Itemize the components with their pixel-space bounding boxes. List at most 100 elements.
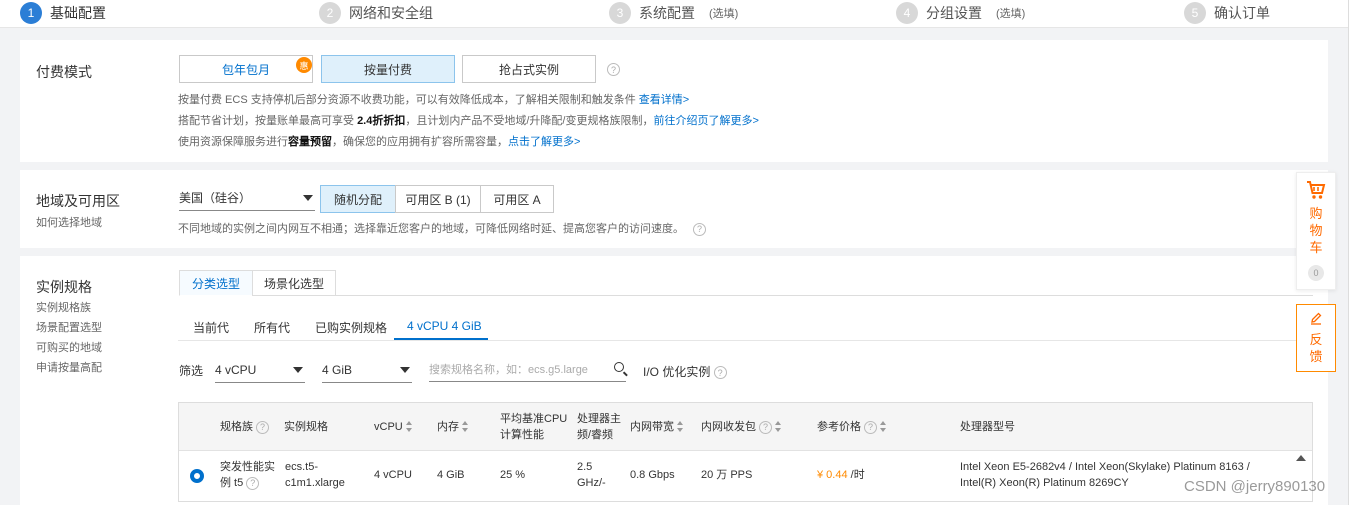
subtab-current-gen[interactable]: 当前代 [193,319,229,336]
available-regions-link[interactable]: 可购买的地域 [36,338,102,358]
step-label: 网络和安全组 [349,5,433,21]
cart-icon [1307,181,1326,199]
col-cpu-model: 处理器型号 [960,421,1015,433]
billing-desc-1: 按量付费 ECS 支持停机后部分资源不收费功能，可以有效降低成本，了解相关限制和… [178,91,689,107]
spec-search-input[interactable]: 搜索规格名称，如：ecs.g5.large [429,356,626,382]
scenario-config-link[interactable]: 场景配置选型 [36,318,102,338]
cart-count-badge: 0 [1308,265,1324,281]
how-to-choose-region-link[interactable]: 如何选择地域 [36,213,102,233]
col-memory[interactable]: 内存 [437,419,469,435]
col-pps[interactable]: 内网收发包 ? [701,419,782,435]
step-label: 分组设置 [926,5,982,21]
tab-category-selection[interactable]: 分类选型 [179,270,253,296]
subtab-all-gen[interactable]: 所有代 [254,319,290,336]
col-frequency-label-2: 频/睿频 [577,429,614,441]
help-icon[interactable]: ? [759,420,773,434]
cell-price: ¥ 0.44 /时 [817,467,865,483]
search-placeholder: 搜索规格名称，如：ecs.g5.large [429,363,588,376]
tab-scenario-selection[interactable]: 场景化选型 [252,270,336,296]
zone-b-button[interactable]: 可用区 B (1) [395,185,481,213]
help-icon[interactable]: ? [864,420,878,434]
billing-subscription-button[interactable]: 包年包月 [179,55,313,83]
help-icon[interactable]: ? [256,420,270,434]
edit-icon [1311,312,1322,325]
billing-desc-3-text: 使用资源保障服务进行 [178,136,288,148]
learn-more-intro-link[interactable]: 前往介绍页了解更多> [653,115,758,127]
shopping-cart-float[interactable]: 购 物 车 0 [1296,172,1336,290]
view-details-link[interactable]: 查看详情> [639,94,689,106]
billing-desc-3-text-b: ，确保您的应用拥有扩容所需容量， [332,136,508,148]
step-confirm-order[interactable]: 5 确认订单 [1184,2,1270,24]
col-memory-label: 内存 [437,421,459,433]
io-optimized-label: I/O 优化实例 ? [643,364,727,380]
subtab-divider [178,340,1313,341]
chevron-down-icon [400,367,410,373]
col-price[interactable]: 参考价格 ? [817,419,887,435]
cell-family-line-1: 突发性能实 [220,461,275,473]
region-select[interactable]: 美国（硅谷） [179,185,315,211]
memory-select[interactable]: 4 GiB [322,357,412,383]
billing-pay-as-you-go-button[interactable]: 按量付费 [321,55,455,83]
billing-spot-instance-button[interactable]: 抢占式实例 [462,55,596,83]
billing-desc-2-text-b: ，且计划内产品不受地域/升降配/变更规格族限制， [405,115,654,127]
instance-side-links: 实例规格族 场景配置选型 可购买的地域 申请按量高配 [36,298,102,378]
feedback-float[interactable]: 反 馈 [1296,304,1336,372]
region-title: 地域及可用区 [36,193,120,209]
row-select-radio[interactable] [190,469,204,483]
cell-bandwidth: 0.8 Gbps [630,469,675,481]
step-label: 系统配置 [639,5,695,21]
billing-title: 付费模式 [36,64,92,80]
step-basic-config[interactable]: 1 基础配置 [20,2,106,24]
wizard-steps: 1 基础配置 2 网络和安全组 3 系统配置 (选填) 4 分组设置 (选填) … [0,0,1352,28]
billing-desc-1-text: 按量付费 ECS 支持停机后部分资源不收费功能，可以有效降低成本，了解相关限制和… [178,94,639,106]
chevron-down-icon [293,367,303,373]
table-header: 规格族 ? 实例规格 vCPU 内存 平均基准CPU 计算性能 处理器主 频/睿… [179,403,1312,451]
step-group-settings[interactable]: 4 分组设置 (选填) [896,2,1025,24]
feedback-label-1: 反 [1309,332,1323,347]
help-icon[interactable]: ? [607,63,620,76]
subtab-purchased-specs[interactable]: 已购实例规格 [315,319,387,336]
vcpu-select[interactable]: 4 vCPU [215,357,305,383]
region-desc-text: 不同地域的实例之间内网互不相通；选择靠近您客户的地域，可降低网络时延、提高您客户… [178,223,684,235]
cell-vcpu: 4 vCPU [374,469,412,481]
step-network-security[interactable]: 2 网络和安全组 [319,2,433,24]
billing-desc-2-text: 搭配节省计划，按量账单最高可享受 [178,115,358,127]
sort-icon[interactable] [880,421,887,433]
apply-high-config-link[interactable]: 申请按量高配 [36,358,102,378]
instance-family-link[interactable]: 实例规格族 [36,298,102,318]
col-bandwidth[interactable]: 内网带宽 [630,419,684,435]
cell-spec-line-2: c1m1.xlarge [285,477,345,489]
zone-random-button[interactable]: 随机分配 [320,185,396,213]
help-icon[interactable]: ? [693,222,707,236]
sort-icon[interactable] [677,421,684,433]
sort-icon[interactable] [405,421,413,433]
subtab-4vcpu-4gib[interactable]: 4 vCPU 4 GiB [407,319,482,333]
cell-cpu-perf: 25 % [500,469,526,481]
cell-frequency: 2.5 GHz/- [577,459,606,491]
region-desc: 不同地域的实例之间内网互不相通；选择靠近您客户的地域，可降低网络时延、提高您客户… [178,220,707,236]
cart-label-2: 物 [1309,223,1323,238]
sort-icon[interactable] [462,421,469,433]
col-vcpu[interactable]: vCPU [374,419,413,435]
zone-a-button[interactable]: 可用区 A [480,185,554,213]
col-frequency-label-1: 处理器主 [577,413,621,425]
help-icon[interactable]: ? [713,366,727,380]
billing-desc-2: 搭配节省计划，按量账单最高可享受 2.4折折扣，且计划内产品不受地域/升降配/变… [178,112,759,128]
step-number: 1 [20,2,42,24]
step-number: 2 [319,2,341,24]
search-icon[interactable] [614,362,624,372]
step-optional: (选填) [709,8,739,20]
instance-title: 实例规格 [36,279,92,295]
step-system-config[interactable]: 3 系统配置 (选填) [609,2,739,24]
cell-frequency-line-1: 2.5 [577,461,593,473]
col-cpu-perf-label-2: 计算性能 [500,429,544,441]
cell-spec-line-1: ecs.t5- [285,461,319,473]
help-icon[interactable]: ? [246,476,260,490]
scroll-up-arrow[interactable] [1296,455,1306,461]
feedback-label-2: 馈 [1309,349,1323,364]
discount-badge: 惠 [296,57,312,73]
click-learn-more-link[interactable]: 点击了解更多> [508,136,580,148]
region-section: 地域及可用区 如何选择地域 美国（硅谷） 随机分配 可用区 B (1) 可用区 … [20,170,1328,248]
sort-icon[interactable] [775,421,782,433]
step-label: 确认订单 [1214,5,1270,21]
